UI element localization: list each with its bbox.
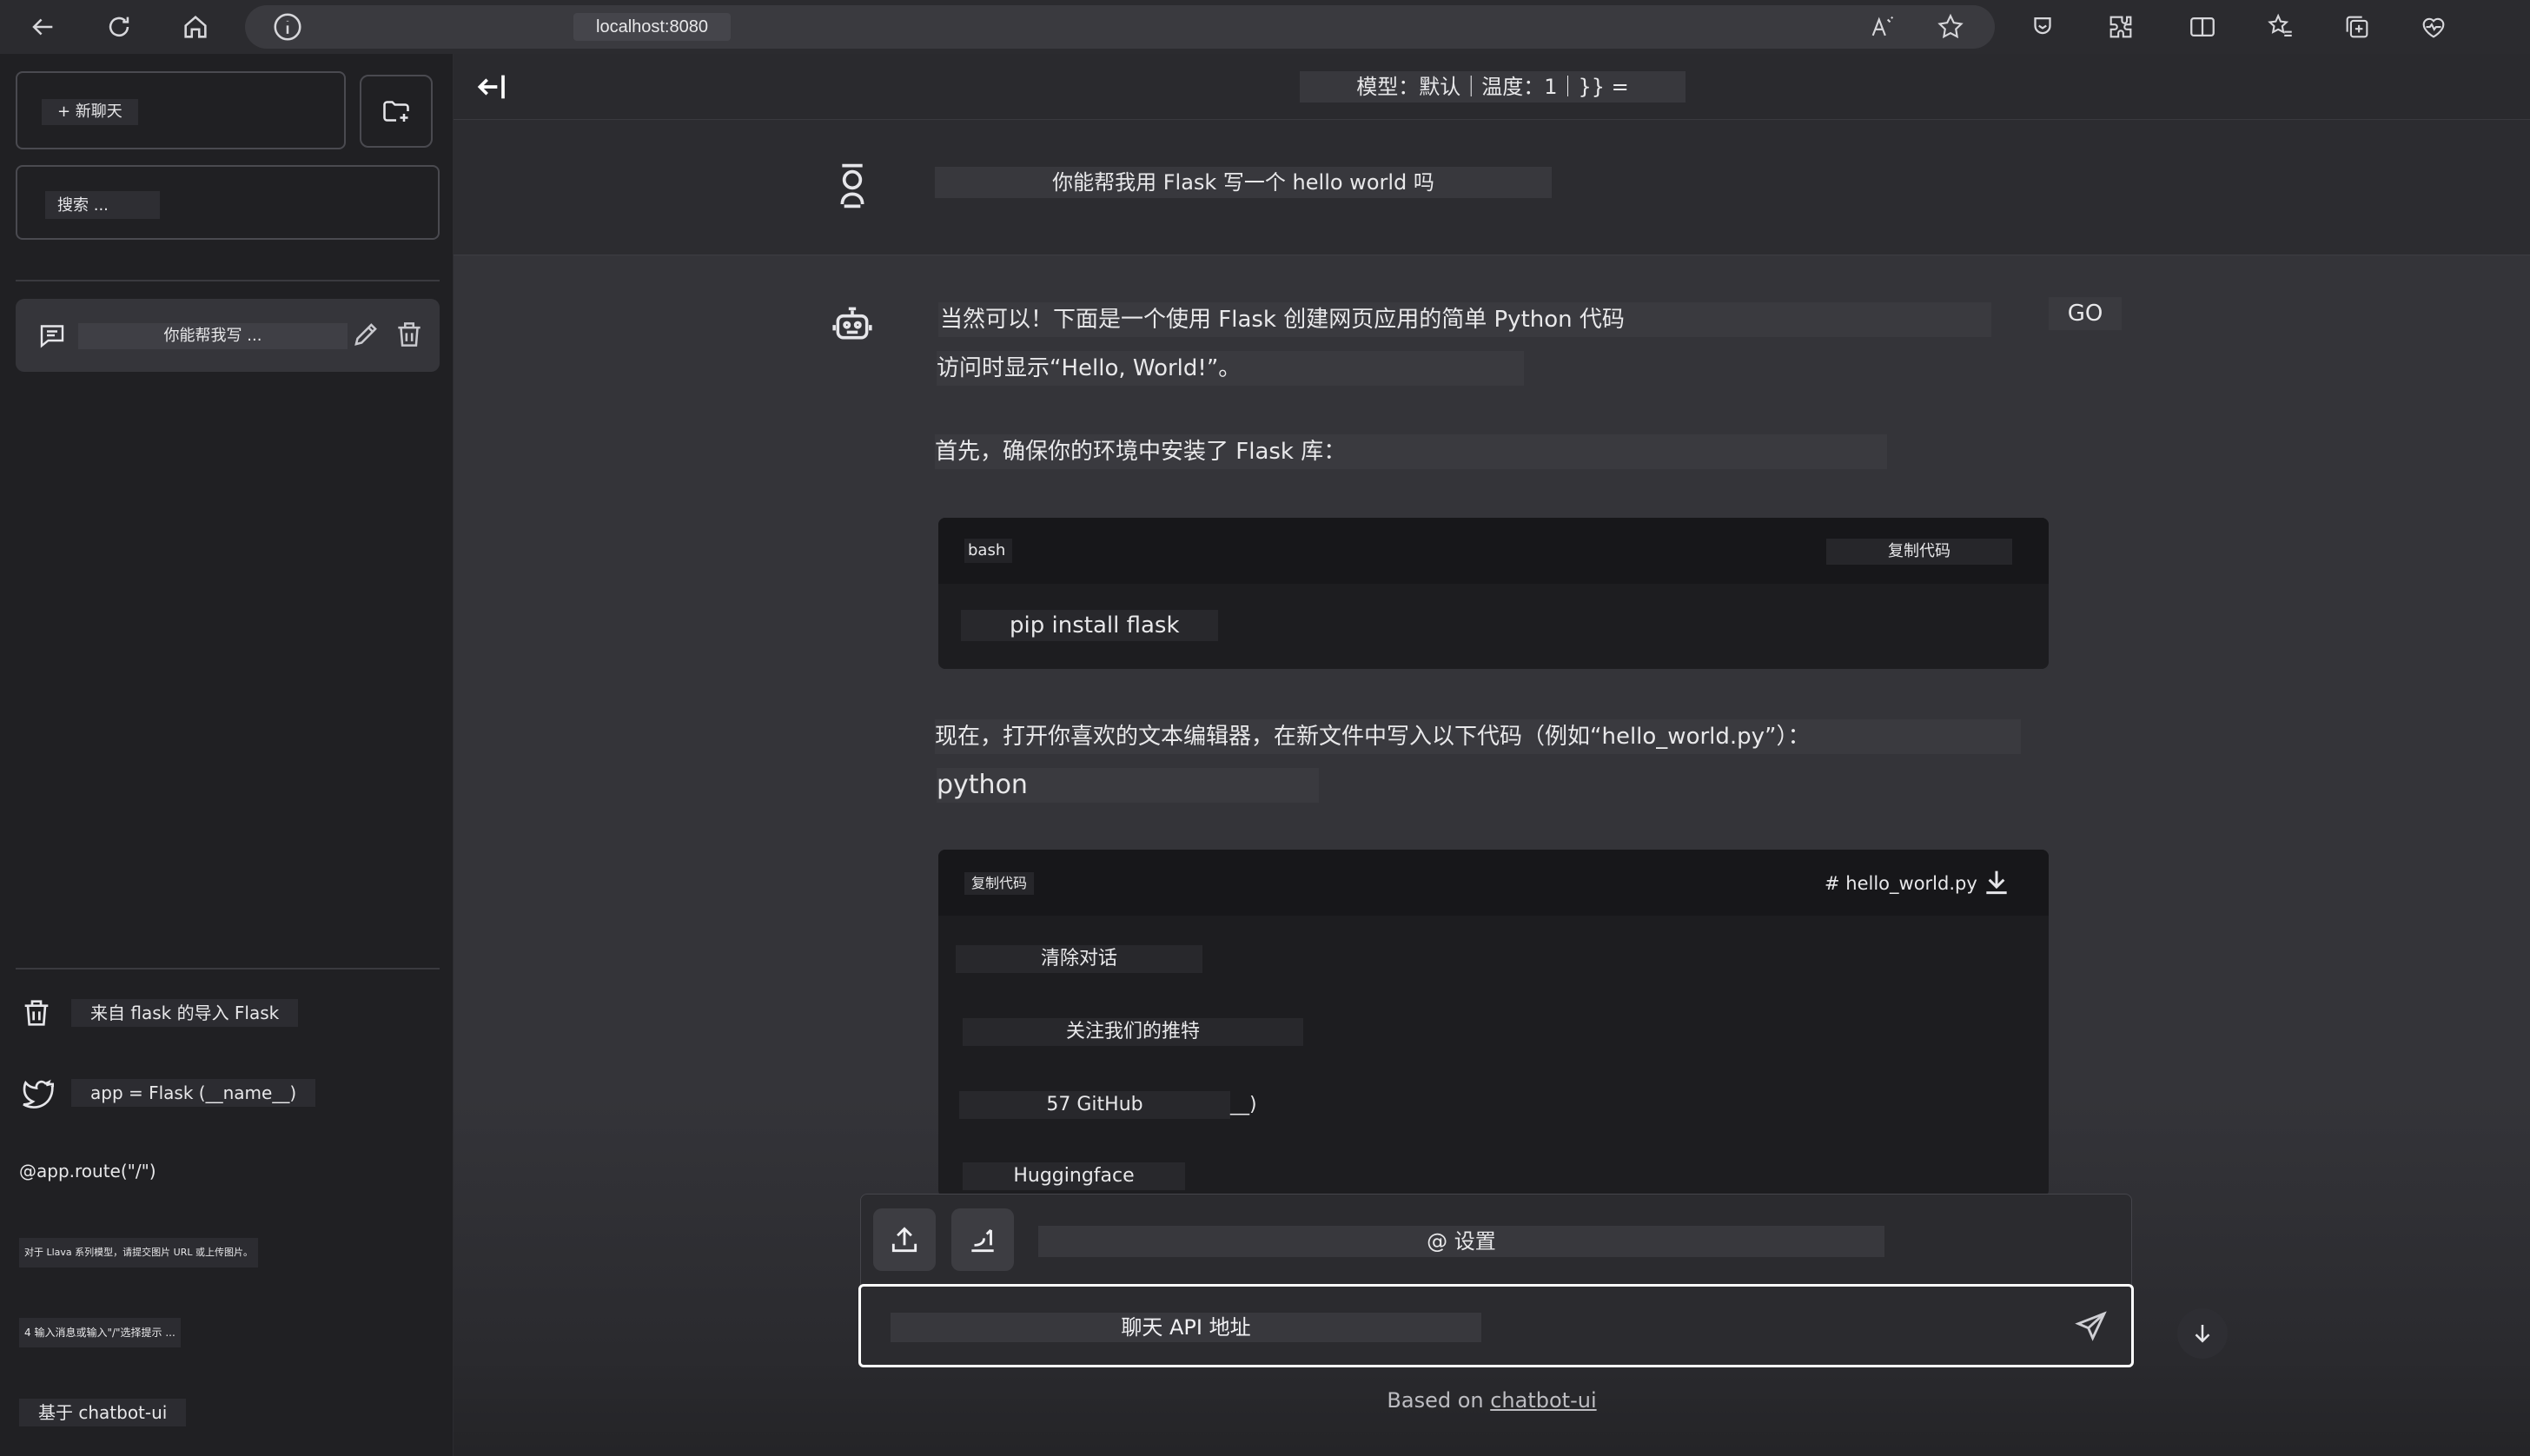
trash-icon [24,1000,49,1026]
bot-text-2: 访问时显示“Hello, World!”。 [937,351,1524,386]
code-line: pip install flask [961,610,1218,641]
read-aloud-icon[interactable] [1863,7,1903,47]
clear-label: 来自 flask 的导入 Flask [71,999,299,1027]
code-block-header: bash 复制代码 [938,518,2049,584]
new-chat-label: + 新聊天 [42,99,138,125]
user-message: 你能帮我用 Flask 写一个 hello world 吗 [935,167,1552,198]
download-icon[interactable] [1979,865,2014,900]
chat-input[interactable] [891,1313,1481,1342]
twitter-icon [23,1079,54,1109]
refresh-icon[interactable] [99,7,139,47]
code-line: 57 GitHub [959,1091,1230,1119]
bot-text-3: 首先，确保你的环境中安装了 Flask 库： [935,434,1887,469]
model-info[interactable]: 模型：默认｜温度：1｜}} = [1300,71,1686,103]
trash-icon[interactable] [393,318,426,351]
prompt-hint-label: 4 输入消息或输入"/"选择提示 ... [19,1318,181,1347]
collapse-sidebar-icon[interactable] [471,69,509,104]
footer-prefix: Based on [1387,1388,1491,1413]
code-line: __) [1230,1094,1257,1115]
address-bar[interactable]: localhost:8080 [245,5,1995,49]
code-line: 关注我们的推特 [963,1018,1303,1046]
code-language: bash [964,539,1013,563]
search-input[interactable] [45,191,160,219]
llava-note-label: 对于 Llava 系列模型，请提交图片 URL 或上传图片。 [19,1238,258,1267]
settings-label[interactable]: @ 设置 [1038,1226,1884,1257]
code-block-header: 复制代码 # hello_world.py [938,850,2049,916]
pencil-icon[interactable] [349,318,382,351]
health-icon[interactable] [2414,7,2454,47]
code-filename: # hello_world.py [1825,873,1977,894]
favorites-list-icon[interactable] [2261,7,2301,47]
extensions-icon[interactable] [2101,7,2141,47]
route-line: @app.route("/") [19,1154,156,1188]
sidebar: + 新聊天 你能帮我写 ... 来自 flask 的导入 Flask app =… [0,54,454,1456]
twitter-link[interactable]: app = Flask (__name__) [19,1075,316,1110]
sidebar-icon[interactable] [2023,7,2063,47]
new-folder-button[interactable] [360,75,433,148]
user-avatar-icon [840,163,864,208]
sidebar-divider [16,280,440,281]
conversation-title: 你能帮我写 ... [78,323,348,349]
back-icon[interactable] [23,7,63,47]
upload-icon [891,1227,917,1253]
copy-code-button[interactable]: 复制代码 [964,872,1035,895]
send-icon[interactable] [2074,1309,2109,1344]
llava-note: 对于 Llava 系列模型，请提交图片 URL 或上传图片。 [19,1235,258,1270]
chat-input-box [858,1284,2134,1367]
bot-text-1: 当然可以！下面是一个使用 Flask 创建网页应用的简单 Python 代码 [938,302,1991,337]
prompt-tool-icon [971,1228,994,1253]
favorite-icon[interactable] [1931,7,1970,47]
go-button[interactable]: GO [2049,297,2122,330]
code-line: Huggingface [963,1162,1185,1190]
new-chat-button[interactable]: + 新聊天 [16,71,346,149]
split-screen-icon[interactable] [2182,7,2222,47]
bot-text-4: 现在，打开你喜欢的文本编辑器，在新文件中写入以下代码（例如“hello_worl… [935,719,2021,754]
prompt-hint: 4 输入消息或输入"/"选择提示 ... [19,1315,181,1350]
collections-icon[interactable] [2337,7,2377,47]
code-block-bash: bash 复制代码 pip install flask [938,518,2049,669]
search-box [16,165,440,240]
chat-header: 模型：默认｜温度：1｜}} = [454,54,2530,120]
conversation-item[interactable]: 你能帮我写 ... [16,299,440,372]
info-icon[interactable] [271,10,304,43]
route-label: @app.route("/") [19,1161,156,1181]
sidebar-footer-divider [16,968,440,970]
input-toolbar: @ 设置 [860,1194,2132,1287]
folder-plus-icon [383,101,409,122]
home-icon[interactable] [176,7,215,47]
upload-button[interactable] [873,1208,936,1271]
based-on-link[interactable]: 基于 chatbot-ui [19,1395,187,1430]
footer-note: Based on chatbot-ui [454,1388,2530,1413]
url-text[interactable]: localhost:8080 [573,13,731,41]
bot-text-5: python [937,768,1319,803]
robot-icon [832,307,872,340]
chatbot-ui-link[interactable]: chatbot-ui [1490,1388,1596,1413]
twitter-label: app = Flask (__name__) [71,1079,316,1107]
arrow-down-icon [2195,1325,2210,1343]
based-on-label: 基于 chatbot-ui [19,1399,187,1426]
browser-toolbar: localhost:8080 [0,0,2530,54]
copy-code-button[interactable]: 复制代码 [1826,539,2012,565]
prompt-tool-button[interactable] [951,1208,1014,1271]
user-message-row: 你能帮我用 Flask 写一个 hello world 吗 [454,120,2530,255]
chat-bubble-icon [40,325,64,348]
clear-conversations-button[interactable]: 来自 flask 的导入 Flask [19,996,299,1030]
scroll-down-button[interactable] [2177,1308,2228,1359]
code-block-python: 复制代码 # hello_world.py 清除对话 关注我们的推特 57 Gi… [938,850,2049,1197]
chat-main: 模型：默认｜温度：1｜}} = 你能帮我用 Flask 写一个 hello wo… [454,54,2530,1456]
code-line: 清除对话 [956,945,1202,973]
